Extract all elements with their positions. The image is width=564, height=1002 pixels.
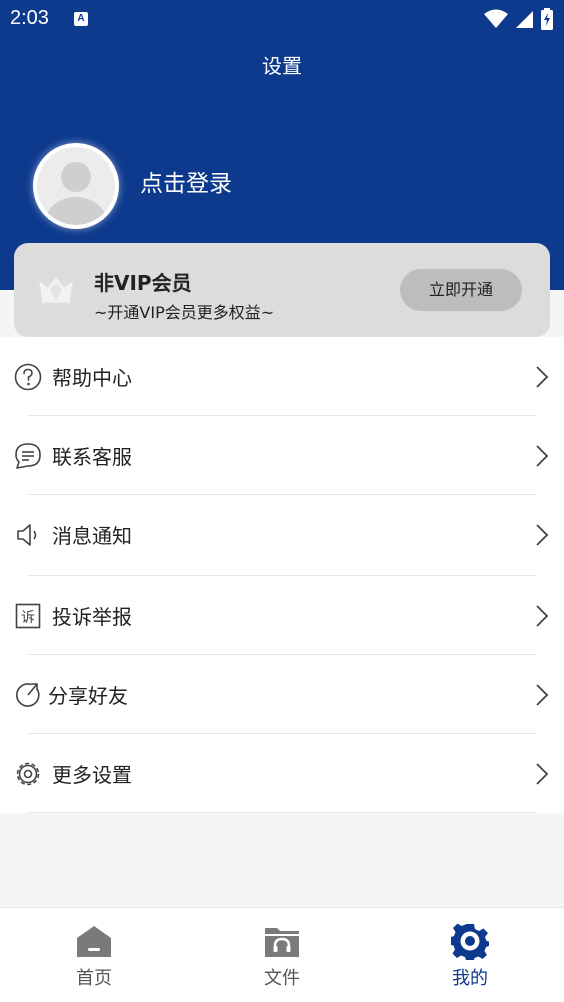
menu-item-label: 消息通知	[52, 524, 132, 548]
gear-icon	[16, 762, 40, 786]
signal-icon	[516, 11, 533, 28]
page-title: 设置	[262, 54, 302, 78]
share-icon	[16, 683, 40, 707]
user-placeholder-icon	[44, 162, 108, 225]
home-icon	[77, 926, 111, 957]
chevron-right-icon	[536, 445, 549, 467]
tab-mine[interactable]: 我的	[376, 908, 564, 1002]
vip-subtitle: ~开通VIP会员更多权益~	[94, 303, 275, 322]
menu-item-share[interactable]: 分享好友	[0, 655, 564, 734]
vip-status-title: 非VIP会员	[94, 271, 192, 295]
status-time: 2:03	[10, 7, 49, 29]
menu-item-label: 投诉举报	[52, 605, 132, 629]
chevron-right-icon	[536, 763, 549, 785]
tab-home[interactable]: 首页	[0, 908, 188, 1002]
menu-item-notifications[interactable]: 消息通知	[0, 495, 564, 576]
chat-bubble-icon	[15, 443, 41, 469]
help-circle-icon	[14, 363, 42, 391]
settings-menu: 帮助中心 联系客服 消息通知 诉 投诉举报 分享好友 更多设置	[0, 337, 564, 813]
folder-headphones-icon	[265, 928, 299, 957]
chevron-right-icon	[536, 684, 549, 706]
divider	[28, 812, 536, 813]
activate-vip-button[interactable]: 立即开通	[400, 269, 522, 311]
menu-item-label: 分享好友	[48, 684, 128, 708]
battery-icon	[541, 8, 553, 30]
wifi-icon	[484, 9, 508, 28]
menu-item-help[interactable]: 帮助中心	[0, 337, 564, 416]
bottom-nav-bar: 首页 文件 我的	[0, 907, 564, 1002]
menu-item-label: 帮助中心	[52, 366, 132, 390]
menu-item-label: 更多设置	[52, 763, 132, 787]
notification-badge-icon: A	[74, 12, 88, 26]
complaint-icon: 诉	[15, 603, 41, 629]
tab-label: 我的	[452, 968, 488, 989]
vip-card: 非VIP会员 ~开通VIP会员更多权益~ 立即开通	[14, 243, 550, 337]
chevron-right-icon	[536, 524, 549, 546]
crown-icon	[38, 276, 74, 304]
menu-item-label: 联系客服	[52, 445, 132, 469]
tab-label: 文件	[264, 968, 300, 989]
tab-files[interactable]: 文件	[188, 908, 376, 1002]
speaker-icon	[17, 524, 37, 546]
menu-item-more-settings[interactable]: 更多设置	[0, 734, 564, 813]
avatar[interactable]	[33, 143, 119, 229]
chevron-right-icon	[536, 605, 549, 627]
gear-settings-icon	[451, 923, 489, 960]
status-bar: 2:03 A	[0, 0, 564, 40]
tab-label: 首页	[76, 968, 112, 989]
menu-item-complaint[interactable]: 诉 投诉举报	[0, 576, 564, 655]
login-link[interactable]: 点击登录	[140, 164, 232, 198]
status-icons	[484, 8, 554, 30]
svg-text:诉: 诉	[21, 610, 35, 626]
menu-item-contact-service[interactable]: 联系客服	[0, 416, 564, 495]
chevron-right-icon	[536, 366, 549, 388]
